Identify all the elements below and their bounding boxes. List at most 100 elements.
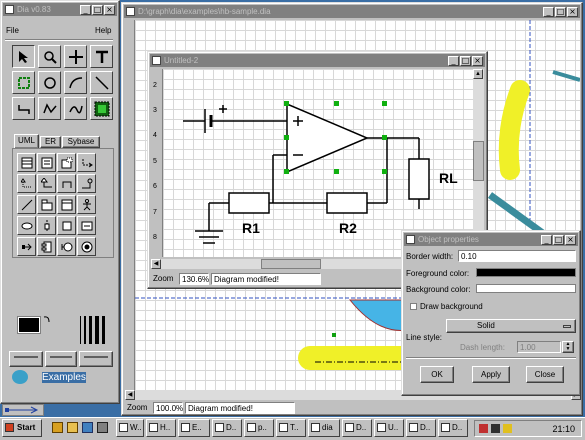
circuit-hscroll-left[interactable]: ◀ [151, 259, 161, 269]
toolbox-titlebar[interactable]: Dia v0.83 _ □ × [3, 3, 117, 16]
tab-er[interactable]: ER [40, 136, 61, 148]
main-window-titlebar[interactable]: D:\graph\dia\examples\hb-sample.dia _ □ … [124, 5, 580, 18]
uml-actor-tool[interactable] [77, 195, 96, 214]
dash-length-input[interactable]: 1.00 [517, 341, 561, 353]
line-style-selector[interactable] [45, 351, 77, 367]
draw-background-checkbox[interactable] [410, 303, 417, 310]
start-button[interactable]: Start [2, 419, 42, 437]
uml-realizes-tool[interactable] [17, 174, 36, 193]
tray-icon-1[interactable] [479, 424, 488, 433]
properties-maximize-button[interactable]: □ [553, 235, 564, 245]
tab-sybase[interactable]: Sybase [62, 136, 100, 148]
tray-icon-2[interactable] [491, 424, 500, 433]
color-selector[interactable] [15, 315, 51, 343]
circuit-window-titlebar[interactable]: Untitled-2 _ □ × [150, 54, 485, 67]
close-button[interactable]: Close [526, 366, 564, 383]
main-maximize-button[interactable]: □ [555, 7, 566, 17]
folder-icon[interactable] [67, 422, 78, 433]
uml-object-tool[interactable] [57, 216, 76, 235]
uml-lifeline-tool[interactable] [37, 216, 56, 235]
properties-minimize-button[interactable]: _ [541, 235, 552, 245]
line-start-arrow-selector[interactable] [9, 351, 43, 367]
main-minimize-button[interactable]: _ [543, 7, 554, 17]
circuit-vscrollbar[interactable]: ▲ ▼ [473, 69, 484, 257]
line-end-arrow-selector[interactable] [79, 351, 113, 367]
line-width-selector[interactable] [76, 314, 108, 346]
maximize-button[interactable]: □ [92, 5, 103, 15]
menu-help[interactable]: Help [95, 26, 111, 35]
taskbar-item[interactable]: D.. [212, 419, 242, 437]
taskbar-item[interactable]: U.. [374, 419, 404, 437]
browser-icon[interactable] [52, 422, 63, 433]
foreground-color-button[interactable] [476, 268, 576, 277]
uml-implements-tool[interactable] [77, 174, 96, 193]
ellipse-tool[interactable] [38, 71, 61, 94]
bezier-tool[interactable] [64, 97, 87, 120]
zigzag-tool[interactable] [12, 97, 35, 120]
circuit-close-button[interactable]: × [472, 56, 483, 66]
uml-template-tool[interactable] [57, 153, 76, 172]
circuit-vscroll-up[interactable]: ▲ [473, 69, 483, 79]
main-zoom-value[interactable]: 100.0% [153, 402, 183, 414]
close-button[interactable]: × [104, 5, 115, 15]
circuit-hscroll-thumb[interactable] [261, 259, 321, 269]
line-style-dropdown[interactable]: Solid [446, 319, 576, 333]
taskbar-item[interactable]: E.. [178, 419, 210, 437]
circuit-canvas[interactable]: R1 R2 RL [163, 69, 473, 257]
line-tool[interactable] [90, 71, 113, 94]
mail-icon[interactable] [82, 422, 93, 433]
uml-constraint-tool[interactable] [17, 195, 36, 214]
taskbar-item[interactable]: p.. [244, 419, 274, 437]
arc-tool[interactable] [64, 71, 87, 94]
uml-dependency-tool[interactable] [77, 153, 96, 172]
circuit-minimize-button[interactable]: _ [448, 56, 459, 66]
dash-length-spin[interactable]: ▲ ▼ [562, 341, 574, 353]
taskbar-item[interactable]: D.. [438, 419, 468, 437]
main-hscroll-left[interactable]: ◀ [125, 390, 135, 400]
box-tool[interactable] [12, 71, 35, 94]
minimized-drag-icon[interactable] [2, 404, 44, 416]
uml-usecase-tool[interactable] [17, 216, 36, 235]
uml-state-tool[interactable] [77, 237, 96, 256]
taskbar-item[interactable]: D.. [406, 419, 436, 437]
uml-classicon-tool[interactable] [57, 237, 76, 256]
uml-smallpackage-tool[interactable] [37, 195, 56, 214]
uml-component-tool[interactable] [17, 237, 36, 256]
taskbar-item[interactable]: T.. [276, 419, 306, 437]
image-tool[interactable] [90, 97, 113, 120]
properties-titlebar[interactable]: Object properties _ □ × [404, 233, 578, 246]
apply-button[interactable]: Apply [472, 366, 510, 383]
text-tool[interactable] [90, 45, 113, 68]
minimize-button[interactable]: _ [80, 5, 91, 15]
uml-largepackage-tool[interactable] [57, 195, 76, 214]
swap-colors-icon[interactable] [43, 315, 51, 323]
desktop-icon[interactable] [97, 422, 108, 433]
tab-uml[interactable]: UML [14, 134, 39, 148]
taskbar-item[interactable]: H.. [146, 419, 176, 437]
uml-generalization-tool[interactable] [37, 174, 56, 193]
taskbar-item[interactable]: W.. [116, 419, 144, 437]
border-width-input[interactable]: 0.10 [458, 250, 576, 262]
circuit-maximize-button[interactable]: □ [460, 56, 471, 66]
background-color-button[interactable] [476, 284, 576, 293]
circuit-vscroll-thumb[interactable] [473, 141, 484, 181]
volume-icon[interactable] [503, 424, 512, 433]
uml-class-tool[interactable] [17, 153, 36, 172]
uml-association-tool[interactable] [57, 174, 76, 193]
magnify-tool[interactable] [38, 45, 61, 68]
pointer-tool[interactable] [12, 45, 35, 68]
taskbar-item[interactable]: dia [308, 419, 340, 437]
taskbar-item[interactable]: D.. [342, 419, 372, 437]
circuit-zoom-value[interactable]: 130.6% [179, 273, 209, 285]
desktop-examples-icon[interactable] [12, 370, 28, 384]
ok-button[interactable]: OK [420, 366, 454, 383]
menu-file[interactable]: File [6, 26, 19, 35]
properties-close-x-button[interactable]: × [565, 235, 576, 245]
desktop-examples-label[interactable]: Examples [42, 372, 86, 383]
move-tool[interactable] [64, 45, 87, 68]
uml-note-tool[interactable] [37, 153, 56, 172]
foreground-color-swatch[interactable] [17, 316, 41, 334]
main-close-button[interactable]: × [567, 7, 578, 17]
uml-node-tool[interactable] [37, 237, 56, 256]
polyline-tool[interactable] [38, 97, 61, 120]
